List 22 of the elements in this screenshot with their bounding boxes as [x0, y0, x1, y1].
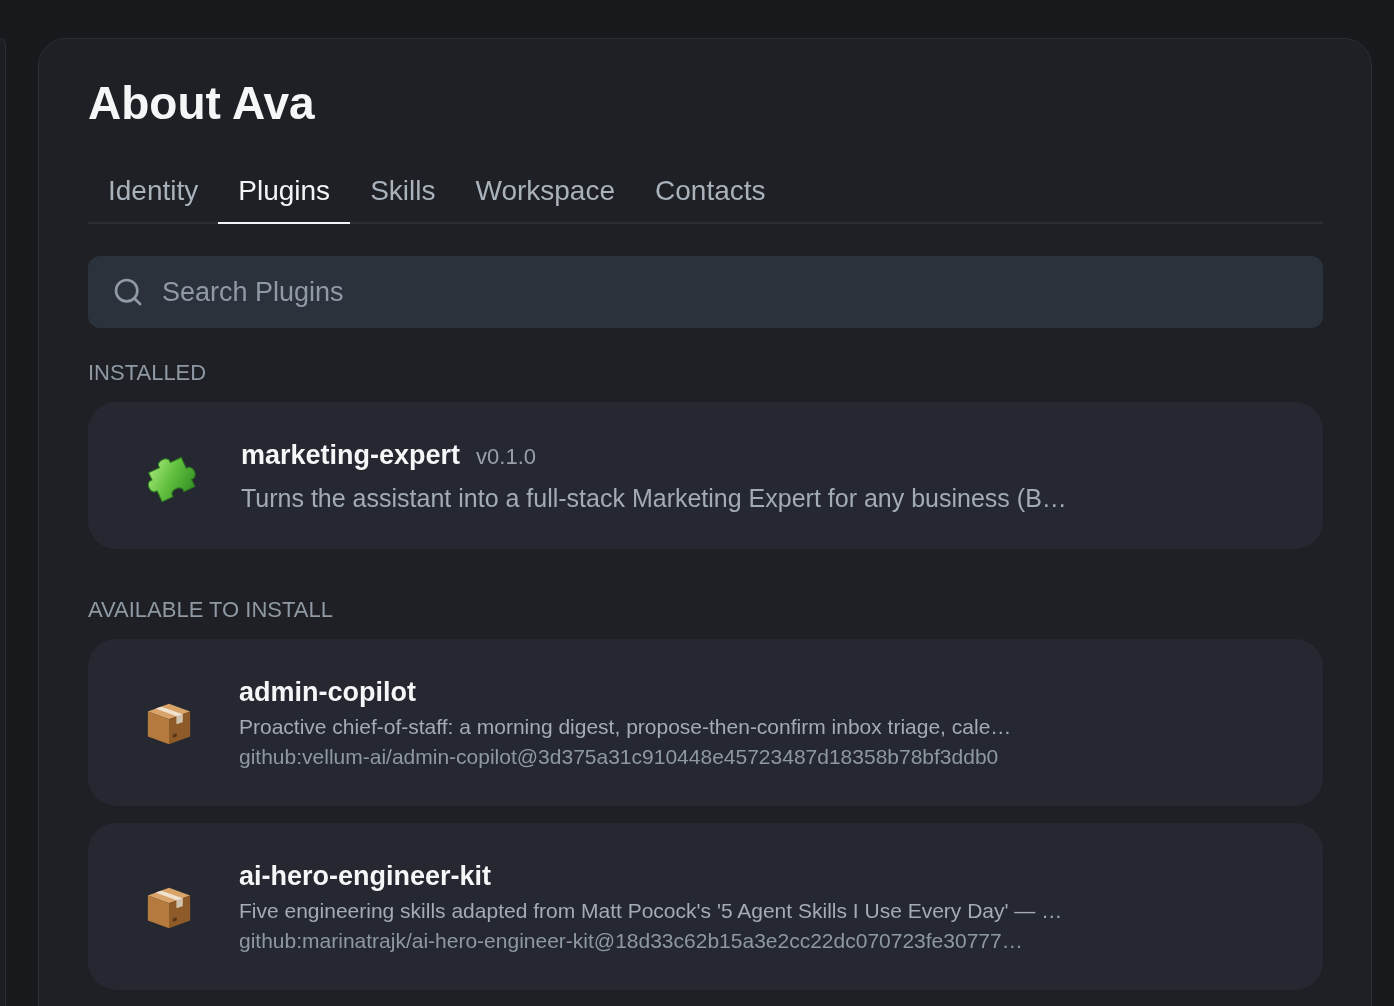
plugin-source: github:marinatrajk/ai-hero-engineer-kit@18d33c62b15a3e2cc22dc070723fe30777…: [239, 927, 1024, 954]
section-heading: INSTALLED: [88, 359, 208, 387]
tab[interactable]: Identity: [88, 162, 219, 224]
plugin-card[interactable]: admin-copilot Proactive chief-of-staff: a morning digest, propose-then-confirm inbox triage, cale… github:vellum-ai/admin-copilot@3d375a31c910448e45723487d18358b78bf3ddb0: [88, 639, 1323, 806]
section-heading: AVAILABLE TO INSTALL: [88, 596, 334, 624]
plugin-version: v0.1.0: [476, 442, 536, 471]
tab[interactable]: Skills: [350, 162, 456, 224]
plugin-name: marketing-expert: [241, 438, 461, 472]
tab[interactable]: Workspace: [455, 162, 635, 224]
tab[interactable]: Plugins: [218, 162, 351, 224]
plugin-source: github:vellum-ai/admin-copilot@3d375a31c910448e45723487d18358b78bf3ddb0: [239, 743, 1000, 770]
tab[interactable]: Contacts: [635, 162, 786, 224]
plugin-name: admin-copilot: [239, 675, 416, 709]
panel-title: About Ava: [88, 76, 316, 131]
plugin-description: Five engineering skills adapted from Matt Pocock's '5 Agent Skills I Use Every Day' — …: [239, 897, 1063, 924]
plugin-card[interactable]: marketing-expert v0.1.0 Turns the assistant into a full-stack Marketing Expert for any business (B…: [88, 402, 1323, 549]
plugin-description: Turns the assistant into a full-stack Marketing Expert for any business (B…: [241, 482, 1067, 514]
plugin-description: Proactive chief-of-staff: a morning digest, propose-then-confirm inbox triage, cale…: [239, 713, 1012, 740]
plugin-name: ai-hero-engineer-kit: [239, 859, 492, 893]
search-field[interactable]: Search Plugins: [88, 256, 1323, 328]
search-icon: [112, 276, 144, 308]
plugin-card[interactable]: ai-hero-engineer-kit Five engineering skills adapted from Matt Pocock's '5 Agent Skills I Use Every Day' — … github:marinatrajk/ai-hero-engineer-kit@18d33c62b15a3e2cc22dc070723fe30777…: [88, 823, 1323, 990]
